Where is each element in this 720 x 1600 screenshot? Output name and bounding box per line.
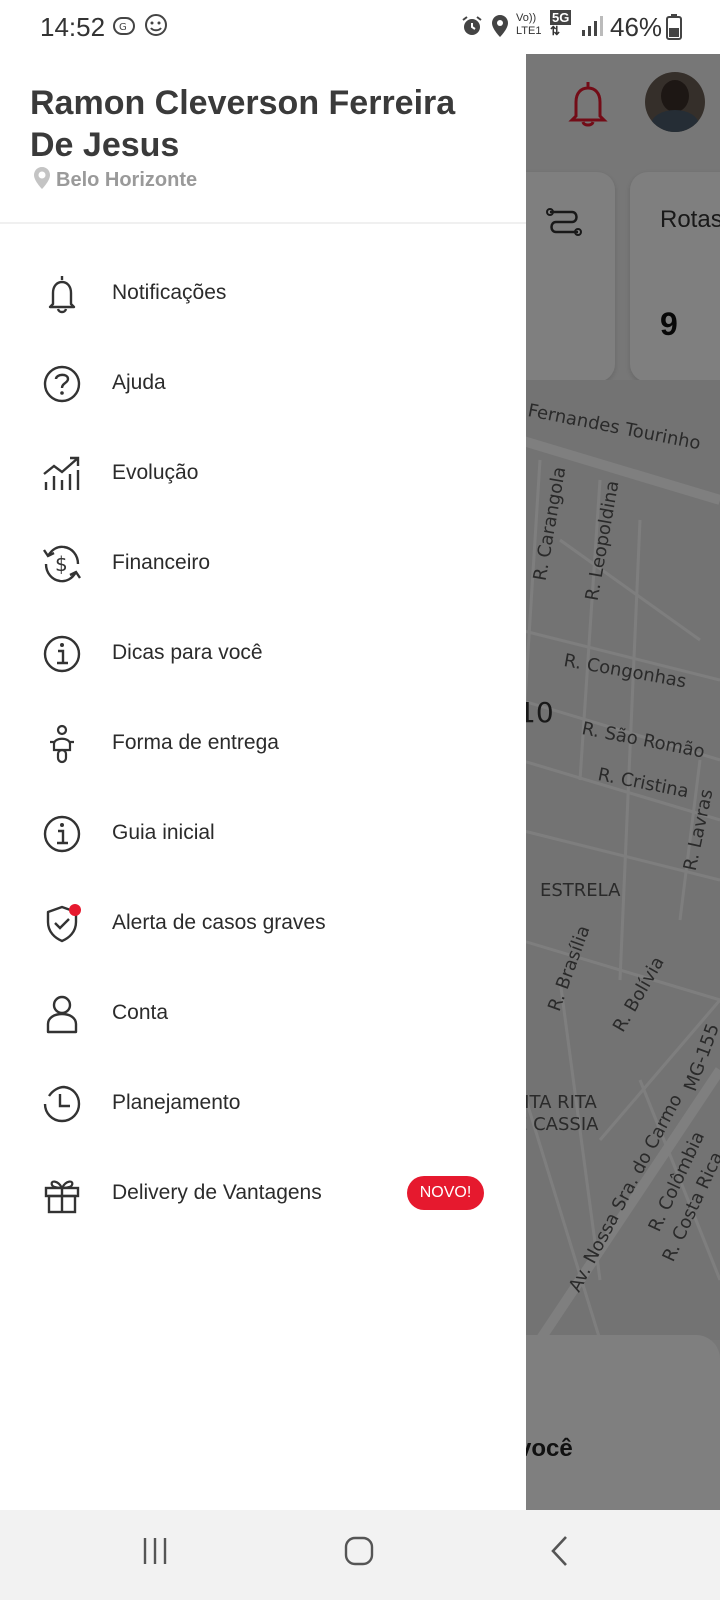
location-pin-icon (32, 166, 52, 195)
money-cycle-icon: $ (40, 542, 84, 586)
location-icon (490, 14, 510, 43)
volte-top-text: Vo)) (516, 12, 537, 24)
menu-item-label: Planejamento (112, 1091, 241, 1114)
volte-icon: Vo)) LTE1 (516, 12, 541, 38)
menu-item-label: Delivery de Vantagens (112, 1181, 322, 1204)
status-time: 14:52 (40, 12, 106, 42)
navigation-drawer: Ramon Cleverson Ferreira De Jesus Belo H… (0, 54, 526, 1510)
home-button[interactable] (343, 1535, 375, 1572)
clock-icon (40, 1082, 84, 1126)
waze-icon (142, 12, 170, 45)
bell-icon (40, 272, 84, 316)
new-badge: NOVO! (407, 1176, 484, 1210)
user-location-text: Belo Horizonte (56, 169, 198, 191)
menu-item-label: Conta (112, 1001, 169, 1024)
help-circle-icon (40, 362, 84, 406)
menu-item-label: Ajuda (112, 371, 166, 394)
info-circle-icon (40, 812, 84, 856)
menu-item-label: Guia inicial (112, 821, 215, 844)
scooter-icon (40, 722, 84, 766)
network-5g-text: 5G (550, 10, 572, 25)
menu-item-label: Dicas para você (112, 641, 263, 664)
menu-item-financeiro[interactable]: $ Financeiro (0, 518, 526, 608)
menu-item-ajuda[interactable]: Ajuda (0, 338, 526, 428)
system-nav-bar (0, 1510, 720, 1600)
svg-text:$: $ (55, 552, 68, 576)
gift-icon (40, 1172, 84, 1216)
user-location: Belo Horizonte (32, 166, 197, 195)
menu-item-alerta[interactable]: Alerta de casos graves (0, 878, 526, 968)
status-bar: 14:52 G Vo)) LTE1 5G ⇅ 46% (0, 0, 720, 54)
data-arrows-icon: ⇅ (550, 24, 561, 38)
menu-item-guia-inicial[interactable]: Guia inicial (0, 788, 526, 878)
battery-icon (666, 14, 682, 45)
info-circle-icon (40, 632, 84, 676)
user-name: Ramon Cleverson Ferreira De Jesus (30, 84, 456, 164)
menu-item-planejamento[interactable]: Planejamento (0, 1058, 526, 1148)
chart-growth-icon (40, 452, 84, 496)
alarm-icon (460, 14, 484, 43)
network-5g-icon: 5G ⇅ (550, 10, 572, 38)
profile-header[interactable]: Ramon Cleverson Ferreira De Jesus Belo H… (0, 54, 526, 224)
menu-item-evolucao[interactable]: Evolução (0, 428, 526, 518)
alert-dot (69, 904, 81, 916)
drawer-menu: Notificações Ajuda Evolução $ Financeiro… (0, 248, 526, 1238)
menu-item-notificacoes[interactable]: Notificações (0, 248, 526, 338)
status-app-icon: G (112, 14, 136, 43)
shield-check-icon (40, 902, 84, 946)
back-button[interactable] (548, 1534, 570, 1573)
menu-item-label: Evolução (112, 461, 199, 484)
menu-item-conta[interactable]: Conta (0, 968, 526, 1058)
user-icon (40, 992, 84, 1036)
menu-item-delivery-vantagens[interactable]: Delivery de Vantagens NOVO! (0, 1148, 526, 1238)
menu-item-label: Notificações (112, 281, 227, 304)
menu-item-label: Alerta de casos graves (112, 911, 326, 934)
menu-item-label: Forma de entrega (112, 731, 279, 754)
menu-item-dicas[interactable]: Dicas para você (0, 608, 526, 698)
battery-level: 46% (610, 12, 663, 42)
svg-text:G: G (119, 22, 127, 33)
recent-apps-button[interactable] (140, 1536, 170, 1571)
menu-item-forma-entrega[interactable]: Forma de entrega (0, 698, 526, 788)
volte-bottom-text: LTE1 (516, 25, 542, 37)
menu-item-label: Financeiro (112, 551, 211, 574)
signal-icon (580, 14, 604, 43)
